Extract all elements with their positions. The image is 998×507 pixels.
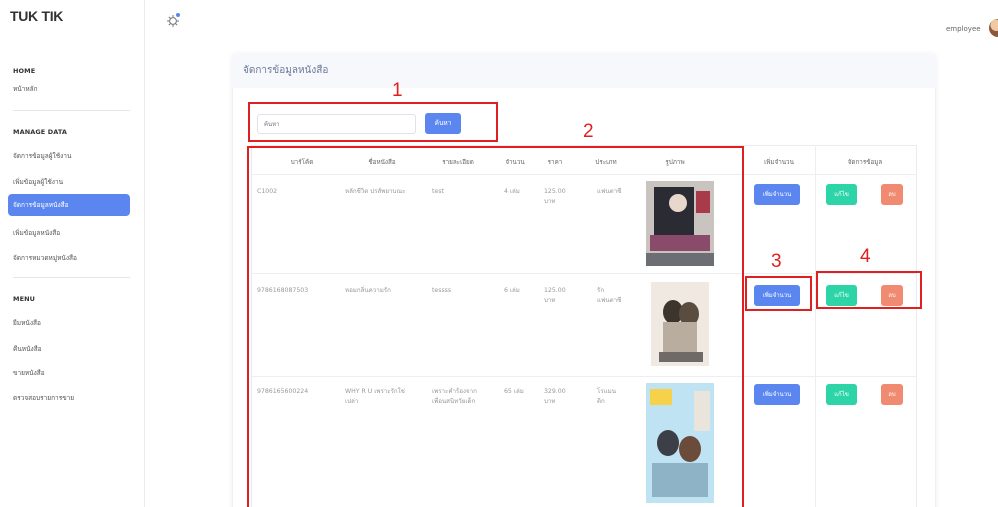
panel-header <box>232 54 936 88</box>
annotation-number-3: 3 <box>771 251 782 272</box>
annotation-number-1: 1 <box>392 80 403 101</box>
sidebar-item-sell[interactable]: ขายหนังสือ <box>13 368 45 378</box>
sidebar: TUK TIK HOME หน้าหลัก MANAGE DATA จัดการ… <box>0 0 145 507</box>
annotation-box-2 <box>247 146 744 507</box>
edit-button[interactable]: แก้ไข <box>826 384 857 405</box>
annotation-box-1 <box>248 102 498 142</box>
user-name[interactable]: employee <box>946 25 981 33</box>
annotation-box-3 <box>745 276 812 311</box>
delete-button[interactable]: ลบ <box>881 384 903 405</box>
sidebar-item-sales-check[interactable]: ตรวจสอบรายการขาย <box>13 393 74 403</box>
annotation-number-4: 4 <box>860 246 871 267</box>
avatar[interactable] <box>989 19 998 37</box>
col-header-add: เพิ่มจำนวน <box>764 159 794 166</box>
table-divider <box>815 145 816 507</box>
sidebar-item-add-user[interactable]: เพิ่มข้อมูลผู้ใช้งาน <box>13 177 63 187</box>
col-header-manage: จัดการข้อมูล <box>847 159 883 166</box>
annotation-number-2: 2 <box>583 121 594 142</box>
sidebar-item-add-book[interactable]: เพิ่มข้อมูลหนังสือ <box>13 228 60 238</box>
add-quantity-button[interactable]: เพิ่มจำนวน <box>754 384 800 405</box>
sidebar-divider <box>13 277 130 278</box>
sidebar-item-manage-users[interactable]: จัดการข้อมูลผู้ใช้งาน <box>13 151 71 161</box>
sidebar-item-manage-books[interactable]: จัดการข้อมูลหนังสือ <box>8 194 130 216</box>
sidebar-item-borrow[interactable]: ยืมหนังสือ <box>13 318 41 328</box>
add-quantity-button[interactable]: เพิ่มจำนวน <box>754 184 800 205</box>
page-title: จัดการข้อมูลหนังสือ <box>243 65 329 76</box>
section-menu: MENU <box>13 295 36 303</box>
sidebar-item-return[interactable]: คืนหนังสือ <box>13 344 42 354</box>
brand-logo: TUK TIK <box>10 8 64 24</box>
section-home: HOME <box>13 67 36 75</box>
sidebar-item-manage-categories[interactable]: จัดการหมวดหมู่หนังสือ <box>13 253 77 263</box>
edit-button[interactable]: แก้ไข <box>826 184 857 205</box>
sidebar-divider <box>13 110 130 111</box>
delete-button[interactable]: ลบ <box>881 184 903 205</box>
section-manage-data: MANAGE DATA <box>13 128 67 136</box>
sidebar-item-home[interactable]: หน้าหลัก <box>13 84 38 94</box>
notification-dot <box>176 13 180 17</box>
annotation-box-4 <box>816 271 922 309</box>
